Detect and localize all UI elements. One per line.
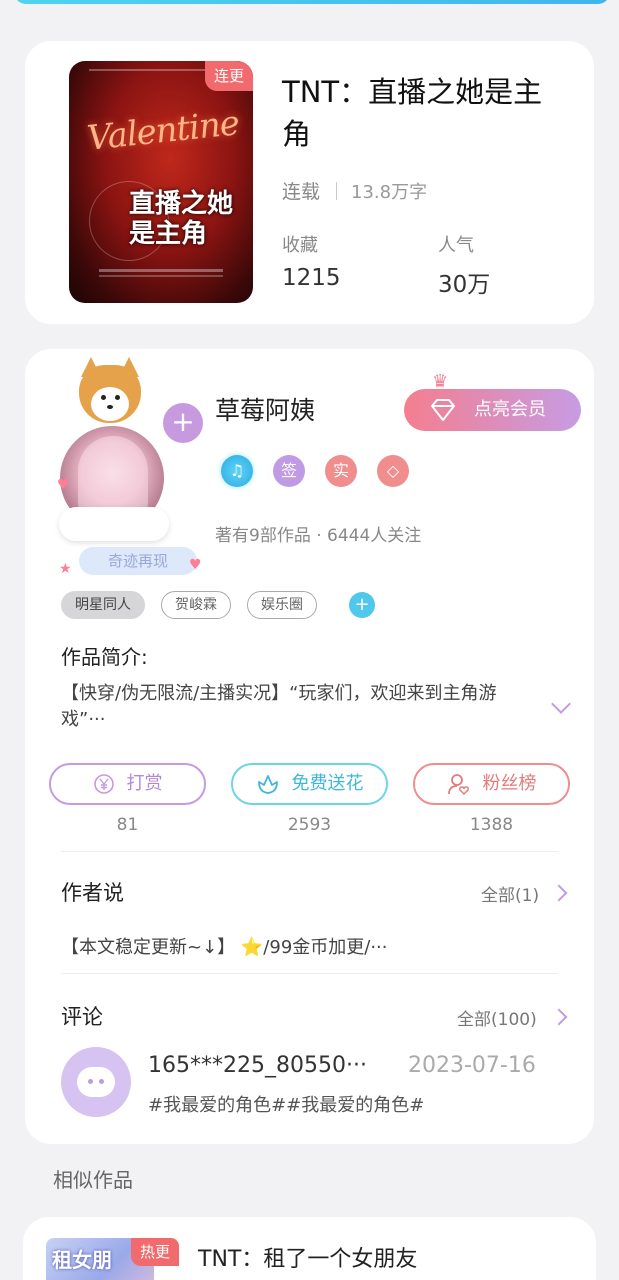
star-icon: ★: [59, 561, 72, 577]
serial-status: 连载: [282, 181, 321, 203]
popularity-label: 人气: [438, 235, 474, 256]
user-heart-icon: [447, 774, 469, 796]
favorites-label: 收藏: [282, 235, 318, 256]
author-badge-row: ♫ 签 实 ◇: [221, 455, 409, 487]
intro-text[interactable]: 【快穿/伪无限流/主播实况】“玩家们，欢迎来到主角游戏”···: [61, 681, 531, 733]
book-info-card[interactable]: Valentine 直播之她是主角 连更 TNT：直播之她是主角 连载 13.8…: [25, 41, 594, 324]
tag-chip[interactable]: 娱乐圈: [247, 591, 317, 619]
tag-chip[interactable]: 明星同人: [61, 591, 145, 619]
author-card: + 奇迹再现 ♥ ♥ ★ 草莓阿姨 ♛ 点亮会员 ♫ 签 实 ◇ 著有9部作品 …: [25, 349, 594, 1144]
similar-work-card[interactable]: 租女朋 热更 TNT：租了一个女朋友: [23, 1217, 596, 1280]
vip-button-label: 点亮会员: [474, 399, 546, 420]
author-avatar-group[interactable]: + 奇迹再现 ♥ ♥ ★: [53, 357, 203, 577]
expand-chevron-down-icon[interactable]: [551, 694, 571, 714]
cover-chinese-title: 直播之她是主角: [129, 189, 234, 249]
corgi-avatar-frame-icon: [79, 357, 141, 423]
chat-dot: [99, 1079, 104, 1084]
top-accent-bar: [14, 0, 610, 4]
chat-dot: [88, 1079, 93, 1084]
comment-date: 2023-07-16: [408, 1053, 536, 1078]
comments-heading: 评论: [61, 1005, 103, 1029]
chevron-right-icon[interactable]: [550, 884, 568, 902]
book-cover[interactable]: Valentine 直播之她是主角 连更: [69, 61, 253, 303]
corgi-eye: [115, 395, 120, 400]
favorites-value: 1215: [282, 265, 341, 291]
vip-member-button[interactable]: 点亮会员: [404, 389, 581, 431]
author-name[interactable]: 草莓阿姨: [215, 391, 315, 427]
commenter-avatar-chat-icon[interactable]: [61, 1047, 131, 1117]
fans-ranking-button[interactable]: 粉丝榜: [413, 763, 570, 805]
diamond-badge-icon: ◇: [377, 455, 409, 487]
reward-button[interactable]: 打赏: [49, 763, 206, 805]
heart-icon: ♥: [189, 557, 202, 573]
author-says-heading: 作者说: [61, 881, 124, 905]
yen-coin-icon: [93, 774, 114, 794]
free-flower-button[interactable]: 免费送花: [231, 763, 388, 805]
divider: [61, 973, 558, 974]
cover-script-title: Valentine: [85, 103, 241, 159]
intro-heading: 作品简介:: [61, 645, 148, 669]
comment-text[interactable]: #我最爱的角色##我最爱的角色#: [148, 1091, 424, 1117]
word-count: 13.8万字: [351, 181, 428, 203]
author-says-all-link[interactable]: 全部(1): [481, 881, 539, 906]
book-title: TNT：直播之她是主角: [282, 75, 543, 151]
fans-label: 粉丝榜: [482, 773, 537, 794]
reward-count: 81: [116, 815, 139, 835]
follow-plus-button[interactable]: +: [163, 403, 203, 443]
cover-fine-print: [99, 269, 223, 272]
cloud-frame-decoration: [59, 507, 169, 541]
popularity-value: 30万: [438, 272, 491, 298]
similar-works-heading: 相似作品: [53, 1168, 133, 1192]
fans-count: 1388: [469, 815, 514, 835]
similar-cover-label: 租女朋: [52, 1248, 112, 1272]
corgi-nose: [107, 405, 113, 409]
author-says-text[interactable]: 【本文稳定更新~↓】 ⭐/99金币加更/···: [61, 933, 501, 959]
corgi-face: [91, 387, 129, 421]
divider: [61, 851, 558, 852]
flower-label: 免费送花: [291, 773, 364, 794]
avatar-badge-title: 奇迹再现: [79, 547, 197, 575]
meta-divider: [336, 181, 338, 200]
comments-all-link[interactable]: 全部(100): [457, 1005, 537, 1030]
music-note-icon: ♫: [221, 455, 253, 487]
flower-count: 2593: [287, 815, 332, 835]
author-stats: 著有9部作品 · 6444人关注: [215, 526, 422, 546]
sign-badge-icon: 签: [273, 455, 305, 487]
hot-update-tag: 热更: [131, 1238, 180, 1266]
heart-icon: ♥: [57, 477, 70, 493]
comment-username[interactable]: 165***225_80550···: [148, 1053, 367, 1078]
real-name-badge-icon: 实: [325, 455, 357, 487]
corgi-ear: [81, 357, 101, 377]
genre-tags: 明星同人 贺峻霖 娱乐圈 +: [61, 591, 375, 619]
corgi-ear: [119, 357, 139, 377]
chevron-right-icon[interactable]: [550, 1008, 568, 1026]
corgi-eye: [101, 395, 106, 400]
chat-bubble: [77, 1067, 115, 1097]
cover-fine-print: [99, 275, 223, 277]
book-meta: 连载 13.8万字: [282, 177, 427, 204]
tag-chip[interactable]: 贺峻霖: [161, 591, 231, 619]
flower-icon: [257, 775, 278, 794]
similar-book-title[interactable]: TNT：租了一个女朋友: [198, 1241, 417, 1273]
reward-label: 打赏: [126, 773, 163, 794]
update-status-tag: 连更: [204, 61, 253, 91]
diamond-icon: [431, 399, 455, 421]
add-tag-button[interactable]: +: [349, 592, 375, 618]
